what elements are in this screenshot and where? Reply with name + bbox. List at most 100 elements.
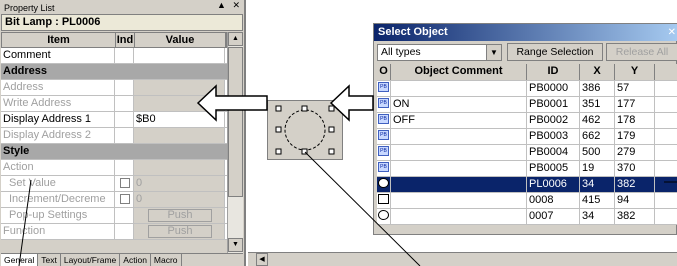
object-row[interactable]: 0007 34 382 (377, 209, 677, 225)
object-comment-cell: ON (391, 97, 527, 112)
scroll-left-icon[interactable]: ◀ (256, 253, 268, 266)
object-y-cell: 382 (615, 177, 655, 192)
property-value-cell[interactable]: 0 (134, 192, 225, 207)
property-list-window-controls[interactable]: ▲ ✕ (217, 0, 242, 11)
property-value-cell[interactable] (134, 80, 225, 95)
scroll-thumb[interactable] (228, 47, 243, 197)
object-type-cell (377, 209, 391, 224)
column-header-value[interactable]: Value (135, 33, 226, 47)
object-spacer-cell (655, 209, 677, 224)
object-y-cell: 94 (615, 193, 655, 208)
property-row[interactable]: Address (1, 80, 227, 96)
property-grid-header: Item Ind Value (1, 32, 227, 48)
property-row[interactable]: Action (1, 160, 227, 176)
property-ind-cell (115, 160, 134, 175)
object-table: O Object Comment ID X Y PB PB0000 386 57 PB O… (377, 64, 677, 225)
push-button[interactable]: Push (148, 209, 212, 222)
object-x-cell: 34 (580, 209, 615, 224)
object-x-cell: 500 (580, 145, 615, 160)
column-header-x[interactable]: X (580, 64, 615, 80)
object-spacer-cell (655, 177, 677, 192)
object-row[interactable]: PB PB0005 19 370 (377, 161, 677, 177)
property-item-label: Address (1, 80, 115, 95)
push-button-icon: PB (378, 82, 389, 93)
object-row[interactable]: PB PB0003 662 179 (377, 129, 677, 145)
tab-layout-frame[interactable]: Layout/Frame (61, 254, 121, 266)
push-button-icon: PB (378, 162, 389, 173)
object-id-cell: PB0001 (527, 97, 580, 112)
property-value-cell[interactable]: $B0 (134, 112, 225, 127)
range-selection-button[interactable]: Range Selection (507, 43, 603, 61)
object-type-cell (377, 193, 391, 208)
property-list-title: Property List (2, 2, 242, 14)
object-row[interactable]: PB PB0000 386 57 (377, 81, 677, 97)
type-filter-select[interactable]: All types ▼ (377, 44, 502, 61)
object-spacer-cell (655, 161, 677, 176)
object-x-cell: 19 (580, 161, 615, 176)
property-value-cell[interactable] (134, 128, 225, 143)
property-value-cell[interactable]: Push (134, 224, 225, 239)
column-header-item[interactable]: Item (2, 33, 116, 47)
object-row[interactable]: PB OFF PB0002 462 178 (377, 113, 677, 129)
circle-object-icon (378, 210, 389, 221)
object-type-cell: PB (377, 81, 391, 96)
object-comment-cell: OFF (391, 113, 527, 128)
chevron-down-icon[interactable]: ▼ (486, 45, 501, 60)
close-icon[interactable]: ✕ (668, 24, 676, 41)
property-row[interactable]: Display Address 2 (1, 128, 227, 144)
property-value-cell[interactable] (134, 160, 225, 175)
object-spacer-cell (655, 145, 677, 160)
tab-action[interactable]: Action (120, 254, 151, 266)
property-row[interactable]: Write Address (1, 96, 227, 112)
property-value-cell[interactable]: Push (134, 208, 225, 223)
object-comment-cell (391, 129, 527, 144)
checkbox[interactable] (120, 178, 130, 189)
tab-text[interactable]: Text (38, 254, 61, 266)
canvas-horizontal-scrollbar[interactable]: ◀ (248, 252, 677, 266)
property-list-scrollbar[interactable]: ▲ ▼ (227, 32, 243, 254)
object-id-cell: PB0000 (527, 81, 580, 96)
bit-lamp-icon (378, 178, 389, 189)
push-button[interactable]: Push (148, 225, 212, 238)
property-row[interactable]: Comment (1, 48, 227, 64)
property-grid: Item Ind Value Comment Address Address Writ… (1, 32, 227, 240)
select-object-title: Select Object (374, 24, 677, 41)
property-row[interactable]: Display Address 1 $B0 (1, 112, 227, 128)
property-row[interactable]: Function Push (1, 224, 227, 240)
column-header-id[interactable]: ID (527, 64, 580, 80)
bit-lamp-selection-icon[interactable] (275, 105, 335, 155)
object-x-cell: 351 (580, 97, 615, 112)
object-y-cell: 370 (615, 161, 655, 176)
property-rows: Comment Address Address Write Address Displa… (1, 48, 227, 240)
object-rows: PB PB0000 386 57 PB ON PB0001 351 177 PB OFF PB0002… (377, 81, 677, 225)
object-row[interactable]: PB ON PB0001 351 177 (377, 97, 677, 113)
checkbox[interactable] (120, 194, 130, 205)
tab-macro[interactable]: Macro (151, 254, 182, 266)
object-type-cell: PB (377, 97, 391, 112)
object-table-header: O Object Comment ID X Y (377, 64, 677, 81)
column-header-comment[interactable]: Object Comment (391, 64, 527, 80)
release-all-button[interactable]: Release All (606, 43, 677, 61)
property-row[interactable]: Increment/Decreme 0 (1, 192, 227, 208)
property-item-label: Address (3, 65, 48, 77)
object-type-cell: PB (377, 113, 391, 128)
object-x-cell: 662 (580, 129, 615, 144)
object-type-cell: PB (377, 161, 391, 176)
property-row[interactable]: Set Value 0 (1, 176, 227, 192)
column-header-o[interactable]: O (377, 64, 391, 80)
property-value-cell[interactable]: 0 (134, 176, 225, 191)
object-row[interactable]: 0008 415 94 (377, 193, 677, 209)
tab-general[interactable]: General (1, 254, 39, 266)
column-header-y[interactable]: Y (615, 64, 655, 80)
object-row[interactable]: PB PB0004 500 279 (377, 145, 677, 161)
property-value-cell[interactable] (134, 96, 225, 111)
object-comment-cell (391, 145, 527, 160)
object-spacer-cell (655, 97, 677, 112)
property-row[interactable]: Pop-up Settings Push (1, 208, 227, 224)
scroll-down-icon[interactable]: ▼ (228, 238, 243, 252)
object-row[interactable]: PL0006 34 382 (377, 177, 677, 193)
property-item-label: Function (1, 224, 115, 239)
scroll-up-icon[interactable]: ▲ (228, 32, 243, 46)
property-value-cell[interactable] (134, 48, 225, 63)
column-header-ind[interactable]: Ind (116, 33, 135, 47)
